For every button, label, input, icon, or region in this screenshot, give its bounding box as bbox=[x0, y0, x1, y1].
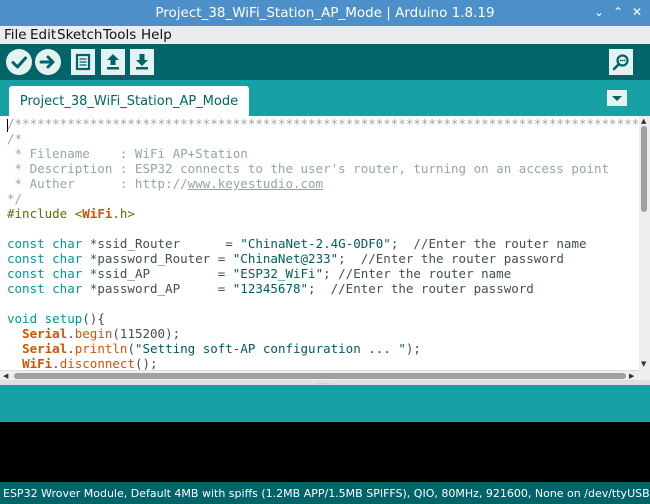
code-token: ; //Enter the router password bbox=[338, 251, 564, 266]
menu-file[interactable]: File bbox=[4, 26, 27, 44]
scroll-down-icon[interactable]: ▼ bbox=[641, 360, 646, 368]
menu-bar: File Edit Sketch Tools Help bbox=[0, 26, 650, 44]
code-token: "ESP32_WiFi" bbox=[232, 266, 324, 281]
code-line: void setup(){ bbox=[7, 311, 105, 326]
minimize-button[interactable]: ⌄ bbox=[590, 3, 608, 21]
upload-icon bbox=[39, 55, 55, 69]
code-token: . bbox=[67, 341, 75, 356]
code-line: /* bbox=[7, 131, 23, 146]
vertical-scroll-thumb[interactable] bbox=[641, 126, 647, 212]
code-line: #include <WiFi.h> bbox=[7, 206, 135, 221]
code-line: const char *password_Router = "ChinaNet@… bbox=[7, 251, 564, 266]
code-token: "Setting soft-AP configuration ... " bbox=[134, 341, 406, 356]
code-token: (); bbox=[134, 356, 158, 370]
code-token: (){ bbox=[82, 311, 105, 326]
code-token: .h> bbox=[112, 206, 135, 221]
code-line: */ bbox=[7, 191, 23, 206]
maximize-button[interactable]: ⌃ bbox=[609, 3, 627, 21]
scroll-up-icon[interactable]: ▲ bbox=[641, 117, 646, 125]
code-token: *password_AP = bbox=[82, 281, 233, 296]
code-token: (115200); bbox=[112, 326, 181, 341]
tab-sketch[interactable]: Project_38_WiFi_Station_AP_Mode bbox=[9, 86, 249, 116]
code-line: WiFi.disconnect(); bbox=[7, 356, 158, 370]
new-sketch-button[interactable] bbox=[71, 49, 95, 75]
scroll-left-icon[interactable]: ◀ bbox=[3, 372, 8, 380]
code-token: const char bbox=[7, 281, 83, 296]
close-button[interactable]: ✕ bbox=[628, 3, 646, 21]
code-token: disconnect bbox=[59, 356, 135, 370]
code-token: * Auther : http:// bbox=[7, 176, 188, 191]
status-bar: ESP32 Wrover Module, Default 4MB with sp… bbox=[0, 482, 650, 504]
tab-menu-button[interactable] bbox=[607, 90, 627, 106]
code-token: "12345678" bbox=[232, 281, 309, 296]
code-token: const char bbox=[7, 236, 83, 251]
open-icon bbox=[107, 54, 119, 70]
code-token: ); bbox=[405, 341, 421, 356]
code-line: * Filename : WiFi AP+Station bbox=[7, 146, 248, 161]
menu-sketch[interactable]: Sketch bbox=[57, 26, 102, 44]
serial-monitor-icon bbox=[612, 54, 629, 71]
tab-bar: Project_38_WiFi_Station_AP_Mode bbox=[0, 80, 650, 116]
open-button[interactable] bbox=[101, 49, 125, 75]
code-token: const char bbox=[7, 266, 83, 281]
chevron-down-icon bbox=[612, 96, 622, 101]
code-token: ; //Enter the router name bbox=[390, 236, 587, 251]
serial-monitor-button[interactable] bbox=[609, 49, 633, 75]
code-line: /***************************************… bbox=[7, 116, 639, 131]
code-line: Serial.println("Setting soft-AP configur… bbox=[7, 341, 421, 356]
save-icon bbox=[136, 54, 148, 70]
code-token: "ChinaNet-2.4G-0DF0" bbox=[240, 236, 391, 251]
board-status-text: ESP32 Wrover Module, Default 4MB with sp… bbox=[3, 487, 650, 500]
save-button[interactable] bbox=[130, 49, 154, 75]
menu-tools[interactable]: Tools bbox=[103, 26, 136, 44]
menu-edit[interactable]: Edit bbox=[30, 26, 56, 44]
code-token: begin bbox=[74, 326, 113, 341]
code-line: const char *ssid_Router = "ChinaNet-2.4G… bbox=[7, 236, 587, 251]
scroll-right-icon[interactable]: ▶ bbox=[629, 372, 634, 380]
code-token: *ssid_AP = bbox=[82, 266, 233, 281]
code-token: *ssid_Router = bbox=[82, 236, 241, 251]
window-titlebar: Project_38_WiFi_Station_AP_Mode | Arduin… bbox=[0, 0, 650, 26]
code-token: void bbox=[7, 311, 38, 326]
code-token: Serial bbox=[22, 341, 68, 356]
verify-icon bbox=[11, 56, 27, 69]
code-token: "ChinaNet@233" bbox=[232, 251, 339, 266]
code-token: Serial bbox=[22, 326, 68, 341]
code-line: const char *ssid_AP = "ESP32_WiFi"; //En… bbox=[7, 266, 511, 281]
code-editor[interactable]: /***************************************… bbox=[0, 116, 639, 370]
code-token: . bbox=[67, 326, 75, 341]
code-link[interactable]: www.keyestudio.com bbox=[188, 176, 323, 191]
code-token: setup bbox=[44, 311, 83, 326]
code-token: println bbox=[74, 341, 128, 356]
code-token: ( bbox=[127, 341, 135, 356]
code-token: *password_Router = bbox=[82, 251, 233, 266]
code-line: * Description : ESP32 connects to the us… bbox=[7, 161, 610, 176]
code-token: WiFi bbox=[22, 356, 53, 370]
output-console[interactable] bbox=[0, 422, 650, 482]
code-token: const char bbox=[7, 251, 83, 266]
message-area bbox=[0, 385, 650, 422]
code-line: * Auther : http://www.keyestudio.com bbox=[7, 176, 324, 191]
upload-button[interactable] bbox=[35, 49, 61, 75]
new-sketch-icon bbox=[75, 53, 91, 71]
vertical-scrollbar[interactable]: ▲ ▼ bbox=[639, 116, 650, 370]
code-line: const char *password_AP = "12345678"; //… bbox=[7, 281, 534, 296]
code-token: ; //Enter the router name bbox=[323, 266, 512, 281]
code-token: ; //Enter the router password bbox=[308, 281, 534, 296]
code-line: Serial.begin(115200); bbox=[7, 326, 180, 341]
code-token: WiFi bbox=[82, 206, 113, 221]
toolbar bbox=[0, 44, 650, 80]
verify-button[interactable] bbox=[6, 49, 32, 75]
window-title: Project_38_WiFi_Station_AP_Mode | Arduin… bbox=[155, 5, 495, 21]
menu-help[interactable]: Help bbox=[141, 26, 172, 44]
code-token: . bbox=[52, 356, 60, 370]
code-token: #include < bbox=[7, 206, 83, 221]
